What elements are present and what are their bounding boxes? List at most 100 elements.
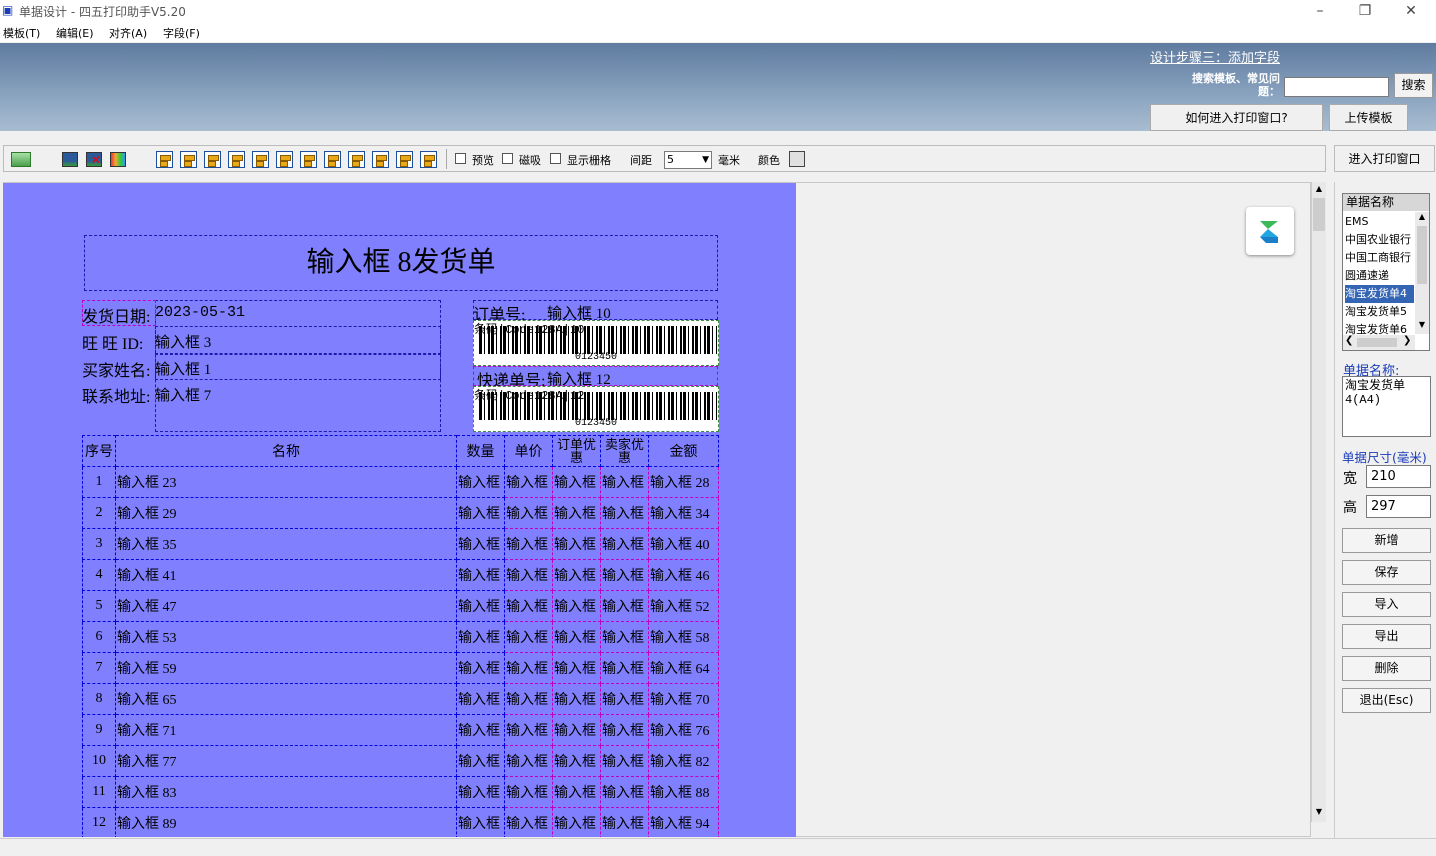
table-cell[interactable]: 输入框 [552,776,601,808]
column-header[interactable]: 金额 [648,435,719,467]
menu-field[interactable]: 字段(F) [163,25,200,41]
table-cell[interactable]: 输入框 29 [115,497,457,529]
table-cell[interactable]: 输入框 [552,683,601,715]
order-barcode[interactable]: 条码|Code128A|10 0123450 [473,320,719,366]
table-cell[interactable]: 输入框 [504,590,553,622]
search-input[interactable] [1284,77,1389,97]
table-cell[interactable]: 输入框 [456,776,505,808]
scroll-down-icon[interactable]: ▼ [1312,805,1326,819]
table-cell[interactable]: 输入框 47 [115,590,457,622]
table-cell[interactable]: 输入框 35 [115,528,457,560]
table-cell[interactable]: 输入框 [456,745,505,777]
palette-icon[interactable] [110,152,126,167]
table-cell[interactable]: 输入框 [504,776,553,808]
enter-print-window-button[interactable]: 进入打印窗口 [1334,145,1435,172]
table-cell[interactable]: 输入框 [504,466,553,498]
menu-align[interactable]: 对齐(A) [109,25,147,41]
canvas-scrollbar[interactable]: ▲ ▼ [1311,182,1326,822]
scroll-left-icon[interactable]: ❮ [1345,335,1353,346]
table-cell[interactable]: 输入框 [456,683,505,715]
same-size-icon[interactable] [396,151,413,168]
table-cell[interactable]: 输入框 59 [115,652,457,684]
search-button[interactable]: 搜索 [1394,73,1433,98]
table-cell[interactable]: 输入框 [552,652,601,684]
table-cell[interactable]: 输入框 [456,528,505,560]
column-header[interactable]: 订单优惠 [552,435,601,467]
scroll-thumb[interactable] [1357,338,1397,347]
table-cell[interactable]: 输入框 76 [648,714,719,746]
table-cell[interactable]: 输入框 [552,745,601,777]
table-cell[interactable]: 输入框 [600,714,649,746]
table-cell[interactable]: 输入框 [600,559,649,591]
distribute-vertical-icon[interactable] [372,151,389,168]
center-horizontal-icon[interactable] [276,151,293,168]
add-field-icon[interactable] [11,152,31,167]
table-cell[interactable]: 输入框 [456,714,505,746]
table-cell[interactable]: 输入框 [552,807,601,837]
column-header[interactable]: 卖家优惠 [600,435,649,467]
template-list-item[interactable]: 中国农业银行 [1345,231,1414,249]
scroll-thumb[interactable] [1417,226,1427,284]
close-button[interactable]: ✕ [1396,2,1426,20]
table-cell[interactable]: 输入框 [600,683,649,715]
table-cell[interactable]: 输入框 94 [648,807,719,837]
menu-edit[interactable]: 编辑(E) [56,25,94,41]
table-cell[interactable]: 输入框 [552,559,601,591]
table-cell[interactable]: 输入框 52 [648,590,719,622]
upload-template-button[interactable]: 上传模板 [1329,104,1408,131]
table-cell[interactable]: 输入框 [456,497,505,529]
table-cell[interactable]: 输入框 [504,714,553,746]
color-swatch[interactable] [789,151,805,167]
row-number-cell[interactable]: 5 [82,590,116,622]
express-barcode[interactable]: 条码|Code128A|12 0123450 [473,386,719,432]
table-cell[interactable]: 输入框 [600,590,649,622]
center-vertical-icon[interactable] [252,151,269,168]
same-height-icon[interactable] [324,151,341,168]
preview-checkbox[interactable] [455,153,466,164]
table-cell[interactable]: 输入框 [552,497,601,529]
insert-image-icon[interactable] [62,152,78,167]
row-number-cell[interactable]: 4 [82,559,116,591]
table-cell[interactable]: 输入框 58 [648,621,719,653]
wangwang-value[interactable]: 输入框 3 [155,331,211,352]
table-cell[interactable]: 输入框 [600,807,649,837]
table-cell[interactable]: 输入框 64 [648,652,719,684]
ship-date-value[interactable]: 2023-05-31 [155,304,245,321]
table-cell[interactable]: 输入框 [456,807,505,837]
table-cell[interactable]: 输入框 [600,466,649,498]
row-number-cell[interactable]: 8 [82,683,116,715]
table-cell[interactable]: 输入框 [456,559,505,591]
table-cell[interactable]: 输入框 [504,807,553,837]
show-grid-checkbox[interactable] [550,153,561,164]
table-cell[interactable]: 输入框 [504,683,553,715]
row-number-cell[interactable]: 7 [82,652,116,684]
template-list-hscroll[interactable]: ❮ ❯ [1343,335,1415,350]
table-cell[interactable]: 输入框 [552,714,601,746]
column-header[interactable]: 单价 [504,435,553,467]
table-cell[interactable]: 输入框 [600,497,649,529]
delete-image-icon[interactable]: ✕ [86,152,102,167]
template-list-item[interactable]: EMS [1345,213,1414,231]
row-number-cell[interactable]: 10 [82,745,116,777]
row-number-cell[interactable]: 6 [82,621,116,653]
restore-button[interactable]: ❐ [1350,2,1380,20]
table-cell[interactable]: 输入框 [552,621,601,653]
align-bottom-icon[interactable] [228,151,245,168]
how-to-print-button[interactable]: 如何进入打印窗口? [1150,104,1323,131]
table-cell[interactable]: 输入框 41 [115,559,457,591]
table-cell[interactable]: 输入框 40 [648,528,719,560]
align-right-icon[interactable] [180,151,197,168]
table-cell[interactable]: 输入框 [456,621,505,653]
row-number-cell[interactable]: 9 [82,714,116,746]
table-cell[interactable]: 输入框 77 [115,745,457,777]
menu-template[interactable]: 模板(T) [3,25,40,41]
scroll-up-icon[interactable]: ▲ [1312,182,1326,196]
row-number-cell[interactable]: 3 [82,528,116,560]
template-name-input[interactable]: 淘宝发货单4(A4) [1342,376,1431,437]
table-cell[interactable]: 输入框 82 [648,745,719,777]
template-list-vscroll[interactable]: ▲ ▼ [1415,212,1429,334]
template-list[interactable]: 单据名称 EMS 中国农业银行 中国工商银行 圆通速递 淘宝发货单4 淘宝发货单5 淘宝发货… [1342,193,1430,351]
import-button[interactable]: 导入 [1342,592,1431,617]
table-cell[interactable]: 输入框 [504,621,553,653]
column-header[interactable]: 数量 [456,435,505,467]
